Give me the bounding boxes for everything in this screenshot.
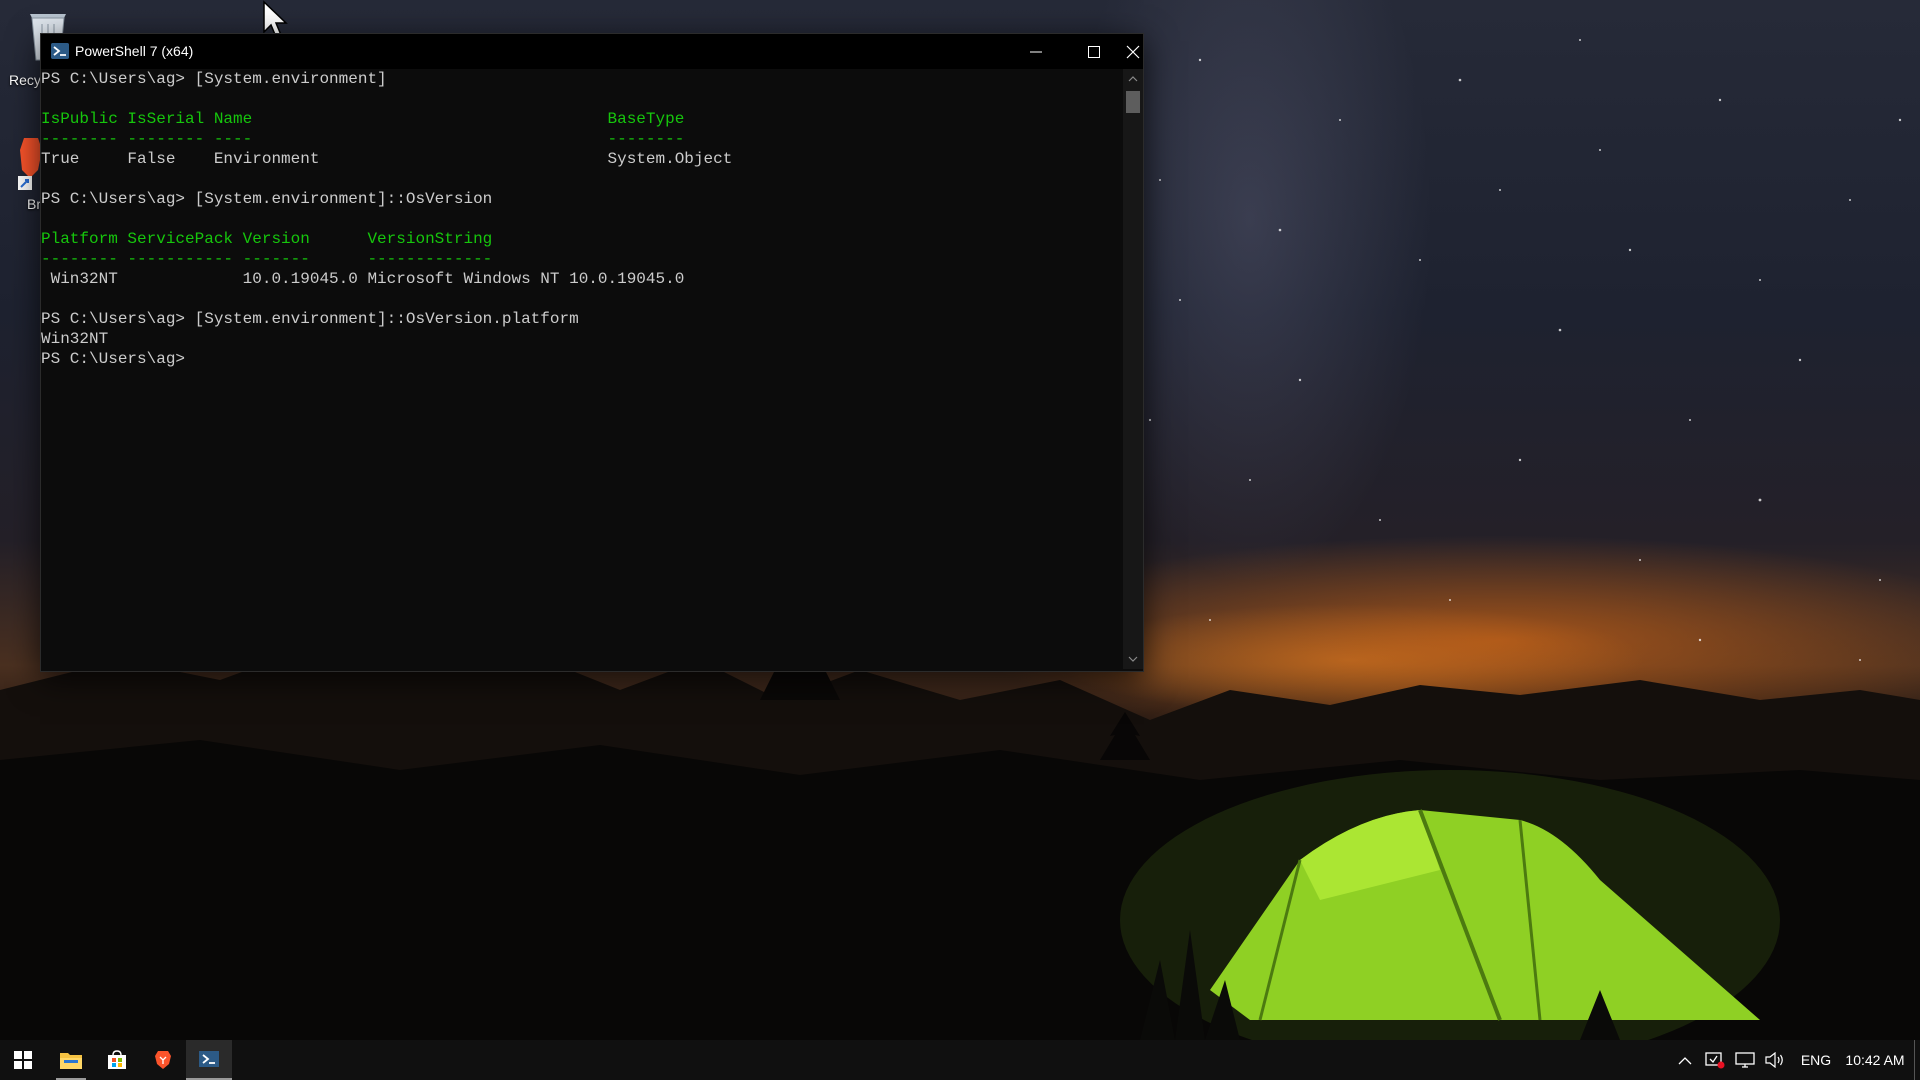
file-explorer-button[interactable] [48,1040,94,1080]
brave-lion-icon [155,1051,171,1069]
store-bag-icon [108,1050,126,1069]
minimize-icon [1030,51,1042,52]
volume-icon [1765,1052,1783,1068]
window-titlebar[interactable]: PowerShell 7 (x64) [41,34,1143,69]
terminal-line: Win32NT 10.0.19045.0 Microsoft Windows N… [41,270,685,288]
terminal-line: Platform ServicePack Version VersionStri… [41,230,493,248]
terminal-output[interactable]: PS C:\Users\ag> [System.environment] IsPu… [41,69,1123,669]
close-icon [1126,45,1140,58]
chevron-up-icon [1128,76,1138,82]
clock[interactable]: 10:42 AM [1838,1040,1912,1080]
brave-button[interactable] [140,1040,186,1080]
powershell-icon [199,1051,219,1067]
vertical-scrollbar[interactable] [1123,69,1143,669]
recycle-bin-label: Recy [9,72,41,88]
language-indicator[interactable]: ENG [1796,1040,1836,1080]
taskbar: ENG 10:42 AM [0,1040,1920,1080]
brave-shortcut-label: Br [27,196,41,212]
powershell-icon [51,43,69,59]
close-button[interactable] [1123,34,1143,69]
volume-tray-button[interactable] [1762,1040,1788,1080]
start-button[interactable] [0,1040,46,1080]
show-desktop-button[interactable] [1914,1040,1915,1080]
terminal-line: PS C:\Users\ag> [41,350,195,368]
scrollbar-thumb[interactable] [1126,91,1140,113]
terminal-line: Win32NT [41,330,109,348]
terminal-line: PS C:\Users\ag> [System.environment] [41,70,387,88]
terminal-line: PS C:\Users\ag> [System.environment]::Os… [41,310,579,328]
folder-icon [60,1053,82,1069]
security-icon [1705,1052,1725,1069]
terminal-line: -------- -------- ---- -------- [41,130,685,148]
terminal-line: -------- ----------- ------- -----------… [41,250,493,268]
security-tray-button[interactable] [1702,1040,1728,1080]
terminal-line: PS C:\Users\ag> [System.environment]::Os… [41,190,493,208]
show-hidden-icons-button[interactable] [1672,1040,1698,1080]
chevron-down-icon [1128,656,1138,662]
maximize-icon [1088,45,1100,58]
window-title: PowerShell 7 (x64) [75,43,194,59]
scroll-up-button[interactable] [1123,69,1143,89]
network-icon [1735,1052,1755,1068]
scroll-down-button[interactable] [1123,649,1143,669]
maximize-button[interactable] [1065,34,1123,69]
terminal-line: True False Environment System.Object [41,150,733,168]
chevron-up-icon [1678,1056,1692,1064]
windows-logo-icon [14,1051,32,1069]
network-tray-button[interactable] [1732,1040,1758,1080]
store-button[interactable] [94,1040,140,1080]
terminal-line: IsPublic IsSerial Name BaseType [41,110,685,128]
minimize-button[interactable] [1007,34,1065,69]
powershell-window[interactable]: PowerShell 7 (x64) PS C:\Users\ag> [Syst… [40,33,1144,672]
powershell-button[interactable] [186,1040,232,1080]
